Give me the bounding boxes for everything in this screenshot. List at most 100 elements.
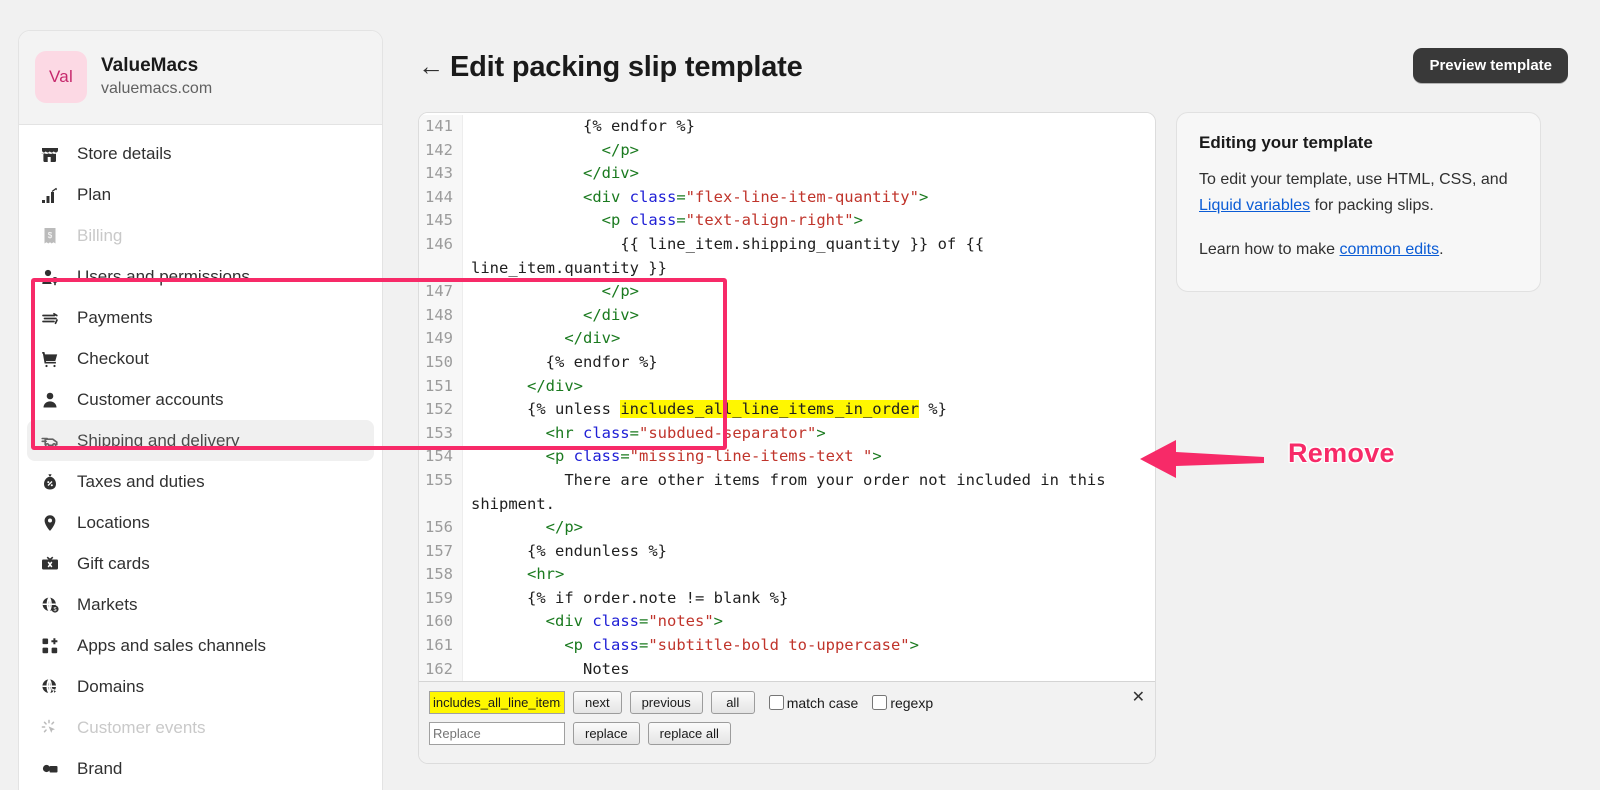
- code-line[interactable]: 147 </p>: [419, 280, 1155, 304]
- line-number: 150: [419, 350, 463, 375]
- line-code[interactable]: There are other items from your order no…: [463, 469, 1155, 516]
- sidebar-item-customer-accounts[interactable]: Customer accounts: [27, 379, 374, 420]
- line-code[interactable]: </div>: [463, 375, 1155, 399]
- line-code[interactable]: <hr class="subdued-separator">: [463, 422, 1155, 446]
- sidebar-item-apps-and-sales-channels[interactable]: Apps and sales channels: [27, 625, 374, 666]
- store-header[interactable]: Val ValueMacs valuemacs.com: [19, 31, 382, 125]
- find-all-button[interactable]: all: [710, 691, 755, 714]
- code-line[interactable]: 150 {% endfor %}: [419, 350, 1155, 375]
- sidebar-item-label: Plan: [77, 184, 112, 204]
- sidebar-item-markets[interactable]: $ Markets: [27, 584, 374, 625]
- find-input[interactable]: [429, 691, 565, 714]
- sidebar-item-label: Domains: [77, 676, 145, 696]
- location-pin-icon: [39, 512, 61, 534]
- line-code[interactable]: </p>: [463, 516, 1155, 540]
- line-number: 161: [419, 634, 463, 658]
- sidebar-item-locations[interactable]: Locations: [27, 502, 374, 543]
- line-code[interactable]: {{ line_item.shipping_quantity }} of {{ …: [463, 233, 1155, 280]
- line-code[interactable]: <p class="subtitle-bold to-uppercase">: [463, 634, 1155, 658]
- line-number: 154: [419, 445, 463, 469]
- code-line[interactable]: 156 </p>: [419, 516, 1155, 540]
- sidebar-item-gift-cards[interactable]: Gift cards: [27, 543, 374, 584]
- code-line[interactable]: 142 </p>: [419, 138, 1155, 163]
- code-line[interactable]: 148 </div>: [419, 303, 1155, 328]
- line-code[interactable]: <hr>: [463, 563, 1155, 587]
- replace-button[interactable]: replace: [573, 722, 640, 745]
- sidebar-item-users-and-permissions[interactable]: Users and permissions: [27, 256, 374, 297]
- regexp-checkbox[interactable]: [872, 695, 888, 710]
- code-line[interactable]: 162 Notes: [419, 657, 1155, 681]
- line-code[interactable]: </p>: [463, 139, 1155, 163]
- line-code[interactable]: {% endfor %}: [463, 351, 1155, 375]
- line-code[interactable]: <p class="missing-line-items-text ">: [463, 445, 1155, 469]
- sidebar-item-label: Customer accounts: [77, 389, 224, 409]
- line-number: 157: [419, 539, 463, 564]
- code-line[interactable]: 153 <hr class="subdued-separator">: [419, 421, 1155, 446]
- sidebar-item-plan[interactable]: Plan: [27, 174, 374, 215]
- code-line[interactable]: 151 </div>: [419, 374, 1155, 399]
- code-line[interactable]: 154 <p class="missing-line-items-text ">: [419, 445, 1155, 469]
- page-title: Edit packing slip template: [450, 50, 803, 83]
- line-code[interactable]: <p class="text-align-right">: [463, 209, 1155, 233]
- code-line[interactable]: 152 {% unless includes_all_line_items_in…: [419, 398, 1155, 422]
- code-line[interactable]: 157 {% endunless %}: [419, 539, 1155, 564]
- line-number: 153: [419, 421, 463, 446]
- sidebar-item-taxes-and-duties[interactable]: Taxes and duties: [27, 461, 374, 502]
- replace-input[interactable]: [429, 722, 565, 745]
- code-line[interactable]: 149 </div>: [419, 327, 1155, 351]
- sidebar-item-label: Store details: [77, 143, 172, 163]
- find-next-button[interactable]: next: [573, 691, 622, 714]
- match-case-checkbox[interactable]: [768, 695, 784, 710]
- line-number: 159: [419, 586, 463, 611]
- line-code[interactable]: </p>: [463, 280, 1155, 304]
- store-meta: ValueMacs valuemacs.com: [101, 55, 212, 98]
- help-panel-title: Editing your template: [1199, 133, 1373, 152]
- line-code[interactable]: </div>: [463, 162, 1155, 186]
- common-edits-link[interactable]: common edits: [1340, 241, 1440, 258]
- line-code[interactable]: <div class="notes">: [463, 610, 1155, 634]
- preview-template-button[interactable]: Preview template: [1413, 48, 1568, 83]
- code-line[interactable]: 146 {{ line_item.shipping_quantity }} of…: [419, 232, 1155, 281]
- line-code[interactable]: {% endfor %}: [463, 115, 1155, 139]
- liquid-variables-link[interactable]: Liquid variables: [1199, 197, 1310, 214]
- line-code[interactable]: </div>: [463, 304, 1155, 328]
- code-line[interactable]: 160 <div class="notes">: [419, 610, 1155, 635]
- code-line[interactable]: 144 <div class="flex-line-item-quantity"…: [419, 185, 1155, 210]
- sidebar-item-label: Shipping and delivery: [77, 430, 240, 450]
- find-row: next previous all match case regexp: [429, 691, 1145, 714]
- code-line[interactable]: 155 There are other items from your orde…: [419, 468, 1155, 517]
- regexp-label[interactable]: regexp: [890, 695, 933, 711]
- line-code[interactable]: {% if order.note != blank %}: [463, 587, 1155, 611]
- find-previous-button[interactable]: previous: [629, 691, 703, 714]
- sidebar-item-payments[interactable]: Payments: [27, 297, 374, 338]
- line-number: 144: [419, 185, 463, 210]
- sidebar-item-label: Customer events: [77, 717, 206, 737]
- line-code[interactable]: Notes: [463, 658, 1155, 681]
- sidebar-item-checkout[interactable]: Checkout: [27, 338, 374, 379]
- code-line[interactable]: 161 <p class="subtitle-bold to-uppercase…: [419, 634, 1155, 658]
- match-case-label[interactable]: match case: [787, 695, 859, 711]
- back-arrow-icon[interactable]: ←: [418, 53, 446, 79]
- sidebar-item-customer-events: Customer events: [27, 707, 374, 748]
- code-line[interactable]: 143 </div>: [419, 162, 1155, 186]
- line-number: 145: [419, 209, 463, 233]
- sidebar-item-brand[interactable]: Brand: [27, 748, 374, 789]
- code-editor-card: 141 {% endfor %} 142 </p> 143 </div> 144 <d…: [418, 112, 1156, 764]
- sidebar-item-label: Checkout: [77, 348, 149, 368]
- line-code[interactable]: {% endunless %}: [463, 540, 1155, 564]
- apps-grid-icon: [39, 635, 61, 657]
- code-line[interactable]: 145 <p class="text-align-right">: [419, 209, 1155, 233]
- code-line[interactable]: 158 <hr>: [419, 563, 1155, 587]
- line-code[interactable]: </div>: [463, 327, 1155, 351]
- code-editor-area[interactable]: 141 {% endfor %} 142 </p> 143 </div> 144 <d…: [419, 113, 1155, 681]
- replace-all-button[interactable]: replace all: [647, 722, 731, 745]
- sidebar-item-store-details[interactable]: Store details: [27, 133, 374, 174]
- line-number: 158: [419, 563, 463, 587]
- line-code[interactable]: <div class="flex-line-item-quantity">: [463, 186, 1155, 210]
- line-code[interactable]: {% unless includes_all_line_items_in_ord…: [463, 398, 1155, 422]
- code-line[interactable]: 141 {% endfor %}: [419, 115, 1155, 139]
- sidebar-item-shipping-and-delivery[interactable]: Shipping and delivery: [27, 420, 374, 461]
- sidebar-item-domains[interactable]: Domains: [27, 666, 374, 707]
- close-icon[interactable]: ✕: [1132, 690, 1145, 706]
- code-line[interactable]: 159 {% if order.note != blank %}: [419, 586, 1155, 611]
